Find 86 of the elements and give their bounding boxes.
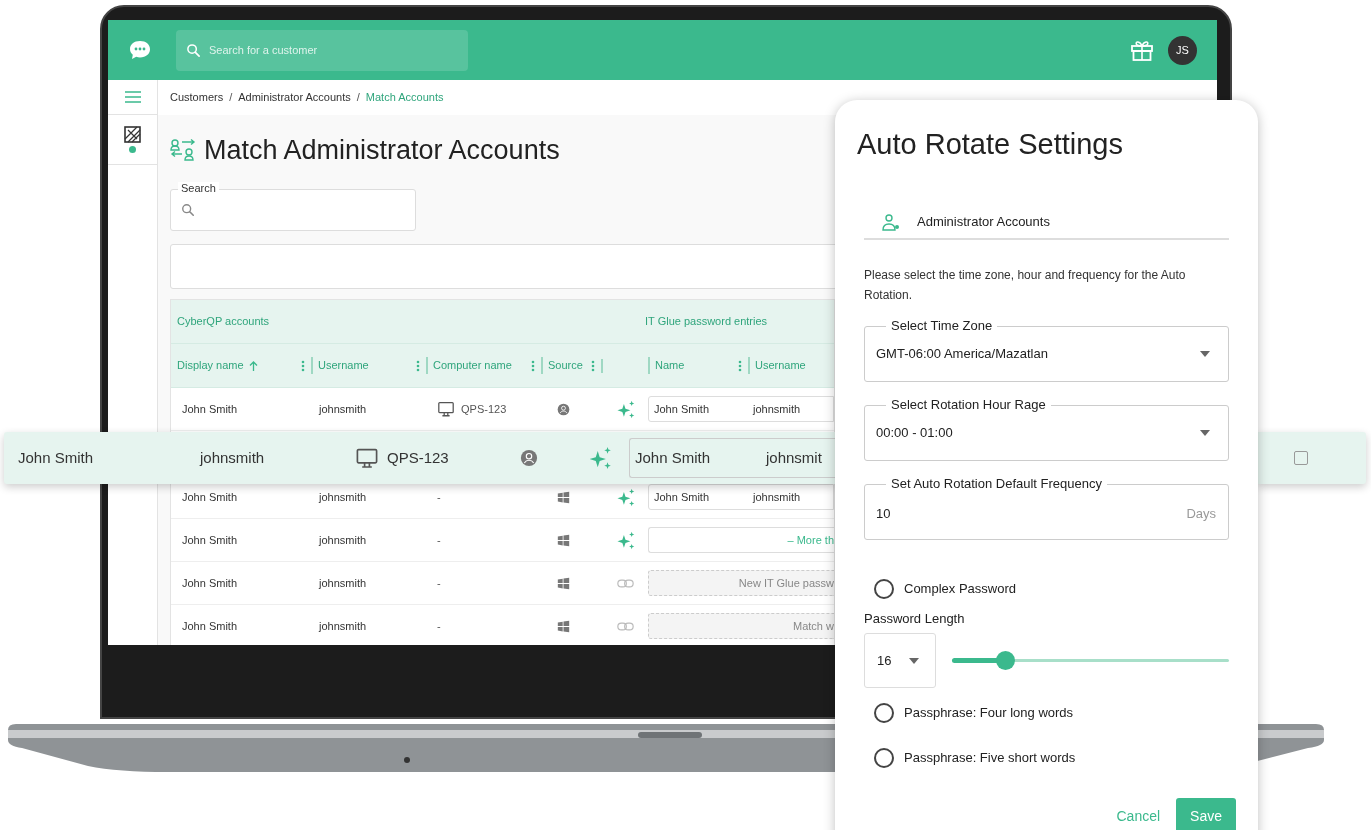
column-menu-icon[interactable] <box>738 359 742 372</box>
breadcrumb-separator: / <box>356 90 360 106</box>
table-cell-text: johnsmith <box>317 575 368 591</box>
radio-button[interactable] <box>874 578 894 599</box>
search-icon <box>181 203 195 217</box>
users-swap-icon <box>170 138 196 162</box>
sparkle-icon[interactable] <box>617 530 636 550</box>
entry-username: johnsmit <box>766 447 822 468</box>
radio-button[interactable] <box>874 747 894 768</box>
sort-arrow-icon <box>248 360 258 371</box>
table-cell-text: johnsmith <box>317 618 368 634</box>
menu-icon[interactable] <box>124 91 141 103</box>
checkbox[interactable] <box>1294 451 1308 465</box>
select-field[interactable]: Select Time Zone GMT-06:00 America/Mazatlan <box>864 318 1229 382</box>
group-heading: CyberQP accounts <box>176 314 271 330</box>
caret-icon <box>909 657 920 664</box>
sparkle-icon[interactable] <box>589 446 613 470</box>
table-cell-text: John Smith <box>181 489 239 505</box>
entry-username: johnsmith <box>753 489 801 505</box>
breadcrumb-link[interactable]: Administrator Accounts <box>238 89 351 106</box>
breadcrumb-separator: / <box>229 90 233 106</box>
monitor-icon <box>355 446 379 470</box>
windows-icon <box>557 490 570 504</box>
chat-bubble-icon[interactable] <box>128 39 152 61</box>
search-icon <box>186 42 201 58</box>
matched-entry[interactable]: John Smith johnsmith <box>648 396 834 422</box>
entry-username: johnsmith <box>753 401 801 417</box>
page-title: Match Administrator Accounts <box>204 133 560 167</box>
length-select[interactable]: 16 <box>864 633 936 688</box>
column-menu-icon[interactable] <box>416 359 420 372</box>
table-cell-text: John Smith <box>181 532 239 548</box>
option-label[interactable]: Passphrase: Four long words <box>904 702 1074 723</box>
monitor-icon <box>437 400 455 418</box>
matched-entry[interactable]: John Smith johnsmit <box>629 438 835 478</box>
table-cell-text: johnsmith <box>317 489 368 505</box>
windows-icon <box>557 619 570 633</box>
field-label: Set Auto Rotation Default Frequency <box>890 476 1103 492</box>
breadcrumb-link[interactable]: Customers <box>170 89 224 106</box>
slider-track[interactable] <box>952 651 1229 670</box>
panel-tab[interactable]: Administrator Accounts <box>917 212 1050 232</box>
entry-name: John Smith <box>653 489 711 505</box>
table-cell-text: John Smith <box>17 447 95 468</box>
column-menu-icon[interactable] <box>531 359 535 372</box>
table-cell-text: John Smith <box>181 401 239 417</box>
table-cell-text: - <box>437 532 441 548</box>
group-heading: IT Glue password entries <box>644 314 768 330</box>
gift-icon[interactable] <box>1130 39 1154 61</box>
table-cell-text: johnsmith <box>317 401 368 417</box>
user-avatar[interactable]: JS <box>1168 35 1197 65</box>
panel-title: Auto Rotate Settings <box>856 127 1124 162</box>
table-cell-text: - <box>437 575 441 591</box>
caret-icon <box>1200 351 1210 357</box>
panel-description: Please select the time zone, hour and frequency for the Auto Rotation. <box>864 267 1187 304</box>
column-menu-icon[interactable] <box>591 359 595 372</box>
number-field[interactable]: Set Auto Rotation Default Frequency 10 Days <box>864 476 1229 540</box>
matched-entry[interactable]: John Smith johnsmith <box>648 484 834 510</box>
product-icon[interactable] <box>123 125 142 154</box>
option-label[interactable]: Passphrase: Five short words <box>904 747 1076 768</box>
field-label: Select Rotation Hour Rage <box>890 397 1047 413</box>
column-menu-icon[interactable] <box>301 359 305 372</box>
sparkle-icon[interactable] <box>617 399 636 419</box>
table-cell-text: - <box>437 618 441 634</box>
windows-icon <box>557 576 570 590</box>
windows-icon <box>557 533 570 547</box>
table-cell-text: QPS-123 <box>387 447 449 468</box>
table-cell-text: - <box>437 489 441 505</box>
table-cell-text: johnsmith <box>317 532 368 548</box>
entry-name: John Smith <box>653 401 711 417</box>
entry-name: John Smith <box>634 447 712 468</box>
table-cell-text: John Smith <box>181 618 239 634</box>
slider-thumb[interactable] <box>995 651 1015 670</box>
radio-button[interactable] <box>874 702 894 723</box>
option-label[interactable]: Complex Password <box>904 578 1016 599</box>
select-field[interactable]: Select Rotation Hour Rage 00:00 - 01:00 <box>864 397 1229 461</box>
field-label: Search <box>178 182 219 195</box>
user-circle-icon <box>557 402 570 416</box>
highlighted-row[interactable]: John Smith johnsmith QPS-123 John Smith johnsmit <box>4 432 835 484</box>
user-gear-icon[interactable] <box>881 213 901 231</box>
table-cell-text: John Smith <box>181 575 239 591</box>
user-circle-icon <box>520 449 538 467</box>
table-cell-text: QPS-123 <box>461 401 507 417</box>
table-cell-text: johnsmith <box>200 447 266 468</box>
caret-icon <box>1200 430 1210 436</box>
field-label: Select Time Zone <box>890 318 994 334</box>
sparkle-icon[interactable] <box>617 487 636 507</box>
field-label: Password Length <box>864 611 966 627</box>
